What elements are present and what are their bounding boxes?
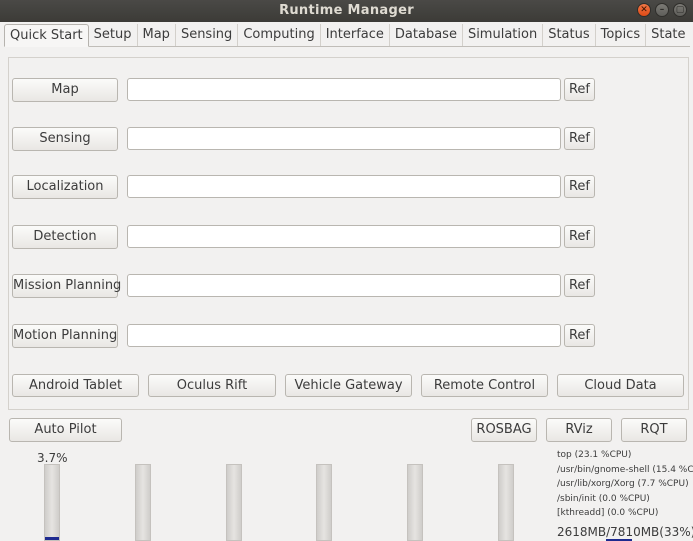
motion-planning-path-field[interactable] — [127, 324, 561, 347]
cloud-data-button[interactable]: Cloud Data — [557, 374, 684, 397]
mission-planning-path-field[interactable] — [127, 274, 561, 297]
sensing-path-field[interactable] — [127, 127, 561, 150]
tab-state[interactable]: State — [646, 24, 690, 46]
rviz-button[interactable]: RViz — [546, 418, 612, 442]
map-button[interactable]: Map — [12, 78, 118, 102]
tab-simulation[interactable]: Simulation — [463, 24, 544, 46]
remote-control-button[interactable]: Remote Control — [421, 374, 548, 397]
rqt-button[interactable]: RQT — [621, 418, 687, 442]
minimize-icon[interactable]: – — [655, 3, 669, 17]
vehicle-gateway-button[interactable]: Vehicle Gateway — [285, 374, 412, 397]
rosbag-button[interactable]: ROSBAG — [471, 418, 537, 442]
maximize-icon[interactable]: ▢ — [673, 3, 687, 17]
android-tablet-button[interactable]: Android Tablet — [12, 374, 139, 397]
tab-status[interactable]: Status — [543, 24, 596, 46]
tab-topics[interactable]: Topics — [596, 24, 647, 46]
process-line: /usr/bin/gnome-shell (15.4 %CPU) — [557, 464, 693, 475]
cpu-percent-label: 3.7% — [37, 451, 68, 465]
motion-planning-ref-button[interactable]: Ref — [564, 324, 595, 347]
map-ref-button[interactable]: Ref — [564, 78, 595, 101]
process-line: /sbin/init (0.0 %CPU) — [557, 493, 650, 504]
tab-database[interactable]: Database — [390, 24, 463, 46]
process-line: [kthreadd] (0.0 %CPU) — [557, 508, 659, 518]
mission-planning-ref-button[interactable]: Ref — [564, 274, 595, 297]
cpu-bar — [498, 464, 514, 541]
window-controls: ✕ – ▢ — [637, 3, 687, 17]
sensing-button[interactable]: Sensing — [12, 127, 118, 151]
detection-path-field[interactable] — [127, 225, 561, 248]
process-line: top (23.1 %CPU) — [557, 450, 632, 460]
title-bar[interactable]: Runtime Manager ✕ – ▢ — [0, 0, 693, 22]
memory-usage: 2618MB/7810MB(33%) — [557, 525, 693, 539]
localization-button[interactable]: Localization — [12, 175, 118, 199]
window-title: Runtime Manager — [279, 3, 414, 18]
tab-computing[interactable]: Computing — [238, 24, 321, 46]
cpu-bar — [316, 464, 332, 541]
cpu-bar-fill — [45, 537, 59, 540]
tab-map[interactable]: Map — [138, 24, 176, 46]
tab-bar: Quick Start Setup Map Sensing Computing … — [4, 24, 690, 47]
mission-planning-button[interactable]: Mission Planning — [12, 274, 121, 298]
process-line: /usr/lib/xorg/Xorg (7.7 %CPU) — [557, 479, 689, 489]
map-path-field[interactable] — [127, 78, 561, 101]
cpu-bar — [407, 464, 423, 541]
detection-ref-button[interactable]: Ref — [564, 225, 595, 248]
sensing-ref-button[interactable]: Ref — [564, 127, 595, 150]
tab-interface[interactable]: Interface — [321, 24, 390, 46]
tab-quick-start[interactable]: Quick Start — [4, 24, 89, 47]
cpu-bar — [44, 464, 60, 541]
detection-button[interactable]: Detection — [12, 225, 118, 249]
oculus-rift-button[interactable]: Oculus Rift — [148, 374, 276, 397]
localization-ref-button[interactable]: Ref — [564, 175, 595, 198]
tab-setup[interactable]: Setup — [89, 24, 138, 46]
runtime-manager-window: Runtime Manager ✕ – ▢ Quick Start Setup … — [0, 0, 693, 541]
localization-path-field[interactable] — [127, 175, 561, 198]
cpu-bar — [135, 464, 151, 541]
cpu-bar — [226, 464, 242, 541]
tab-sensing[interactable]: Sensing — [176, 24, 239, 46]
motion-planning-button[interactable]: Motion Planning — [12, 324, 118, 348]
auto-pilot-button[interactable]: Auto Pilot — [9, 418, 122, 442]
close-icon[interactable]: ✕ — [637, 3, 651, 17]
